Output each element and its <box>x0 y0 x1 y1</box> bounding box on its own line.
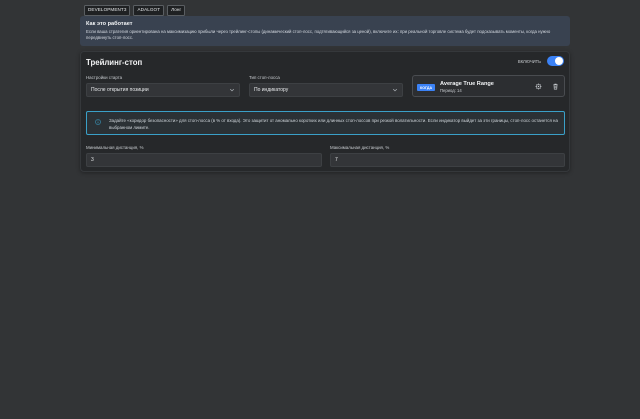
min-distance-input[interactable] <box>86 153 322 167</box>
toggle-knob <box>555 57 563 65</box>
max-distance-input[interactable] <box>330 153 565 167</box>
tag-long[interactable]: Лонг <box>167 5 186 16</box>
gear-icon[interactable] <box>535 83 542 90</box>
stop-type-label: Тип стоп-лосса <box>249 75 280 80</box>
chevron-down-icon <box>229 88 235 92</box>
chevron-down-icon <box>392 88 398 92</box>
tag-development3[interactable]: DEVELOPMENT3 <box>84 5 131 16</box>
indicator-period: Период: 14 <box>440 88 462 93</box>
enable-toggle-group: ВКЛЮЧИТЬ <box>518 56 564 66</box>
indicator-name: Average True Range <box>440 81 494 87</box>
info-title: Как это работает <box>86 21 133 27</box>
indicator-card[interactable]: КОГДА Average True Range Период: 14 <box>412 75 565 97</box>
safety-corridor-alert: Задайте «коридор безопасности» для стоп-… <box>86 111 565 135</box>
info-text: Если ваша стратегия ориентирована на мак… <box>86 29 551 40</box>
info-banner: Как это работает Если ваша стратегия ори… <box>80 16 570 46</box>
indicator-badge: КОГДА <box>417 84 436 91</box>
trash-icon[interactable] <box>552 83 559 90</box>
trailing-stop-card: Трейлинг-стоп ВКЛЮЧИТЬ Настройки старта … <box>80 51 570 172</box>
start-settings-value: После открытия позиции <box>91 87 149 93</box>
min-distance-label: Минимальная дистанция, % <box>86 145 144 150</box>
start-settings-label: Настройки старта <box>86 75 123 80</box>
info-icon <box>95 119 101 125</box>
tag-adalgot[interactable]: ADALGOT <box>133 5 165 16</box>
tag-bar: DEVELOPMENT3 ADALGOT Лонг <box>84 5 186 16</box>
card-title: Трейлинг-стоп <box>86 58 143 67</box>
alert-text: Задайте «коридор безопасности» для стоп-… <box>109 118 558 131</box>
toggle-label: ВКЛЮЧИТЬ <box>517 58 541 64</box>
stop-type-value: По индикатору <box>254 87 289 93</box>
enable-toggle[interactable] <box>547 56 564 66</box>
max-distance-label: Максимальная дистанция, % <box>330 145 390 150</box>
stop-type-select[interactable]: По индикатору <box>249 83 403 97</box>
start-settings-select[interactable]: После открытия позиции <box>86 83 240 97</box>
